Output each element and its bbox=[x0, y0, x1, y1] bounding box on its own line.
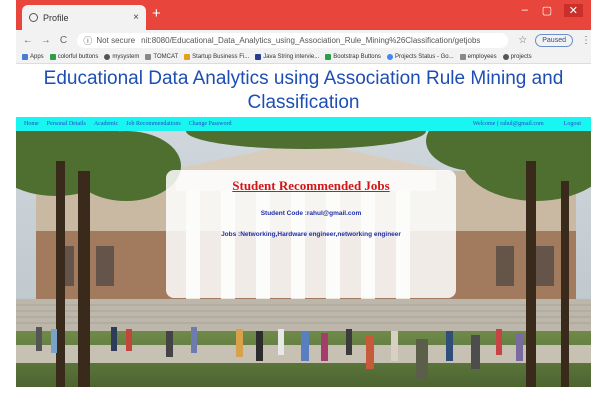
page-title-line-1: Educational Data Analytics using Associa… bbox=[43, 68, 564, 89]
bookmark-item[interactable]: mysystem bbox=[104, 53, 139, 60]
bookmark-item[interactable]: Projects Status - Go... bbox=[386, 53, 454, 60]
address-bar-row: ← → C ⓘ Not secure nit:8080/Educational_… bbox=[16, 30, 591, 50]
bookmark-item[interactable]: Java String intervie... bbox=[255, 53, 319, 60]
bookmark-favicon bbox=[184, 53, 191, 60]
menu-home-link[interactable]: Home bbox=[24, 121, 39, 127]
tab-bar: Profile × + – ▢ ✕ bbox=[16, 0, 591, 30]
menu-job-recommendations-link[interactable]: Job Recommendations bbox=[126, 121, 181, 127]
window-controls: – ▢ ✕ bbox=[520, 4, 583, 17]
reload-icon[interactable]: C bbox=[58, 35, 70, 46]
security-label: Not secure bbox=[96, 35, 136, 45]
bookmark-favicon bbox=[255, 53, 262, 60]
close-window-icon[interactable]: ✕ bbox=[563, 4, 583, 17]
page-icon bbox=[459, 53, 466, 60]
globe-icon bbox=[29, 13, 38, 22]
new-tab-button[interactable]: + bbox=[152, 6, 161, 22]
menu-personal-details-link[interactable]: Personal Details bbox=[47, 121, 86, 127]
campus-background-image: Student Recommended Jobs Student Code :r… bbox=[16, 131, 591, 387]
url-text: nit:8080/Educational_Data_Analytics_usin… bbox=[141, 35, 481, 45]
browser-menu-icon[interactable]: ⋮ bbox=[581, 35, 591, 46]
bookmark-item[interactable]: employees bbox=[459, 53, 497, 60]
google-icon bbox=[386, 53, 393, 60]
welcome-text: Welcome ( rahul@gmail.com bbox=[472, 121, 544, 127]
menu-right-group: Welcome ( rahul@gmail.com Logout bbox=[473, 121, 581, 127]
card-heading: Student Recommended Jobs bbox=[232, 178, 390, 193]
info-icon[interactable]: ⓘ bbox=[83, 34, 92, 47]
bookmark-item[interactable]: Bootstrap Buttons bbox=[325, 53, 381, 60]
globe-icon bbox=[104, 53, 111, 60]
page-icon bbox=[145, 53, 152, 60]
bookmark-favicon bbox=[325, 53, 332, 60]
menu-change-password-link[interactable]: Change Password bbox=[189, 121, 232, 127]
bookmark-item[interactable]: TOMCAT bbox=[145, 53, 178, 60]
bookmark-item[interactable]: Startup Business Fi... bbox=[184, 53, 249, 60]
close-tab-icon[interactable]: × bbox=[133, 12, 139, 23]
bookmark-item[interactable]: colorful buttons bbox=[49, 53, 98, 60]
back-arrow-icon[interactable]: ← bbox=[22, 35, 34, 46]
tab-profile[interactable]: Profile × bbox=[22, 5, 146, 30]
student-code-text: Student Code :rahul@gmail.com bbox=[260, 210, 362, 217]
tab-title: Profile bbox=[43, 12, 69, 23]
page-title: Educational Data Analytics using Associa… bbox=[16, 64, 591, 116]
menu-academic-link[interactable]: Academic bbox=[94, 121, 118, 127]
bookmark-item[interactable]: projects bbox=[502, 53, 532, 60]
page-title-line-2: Classification bbox=[247, 92, 360, 113]
minimize-icon[interactable]: – bbox=[520, 4, 530, 17]
url-input[interactable]: ⓘ Not secure nit:8080/Educational_Data_A… bbox=[77, 32, 509, 48]
recommended-jobs-text: Jobs :Networking,Hardware engineer,netwo… bbox=[221, 231, 401, 238]
logout-link[interactable]: Logout bbox=[564, 121, 581, 127]
maximize-icon[interactable]: ▢ bbox=[542, 4, 552, 17]
recommended-jobs-card: Student Recommended Jobs Student Code :r… bbox=[166, 170, 456, 298]
bookmark-favicon bbox=[49, 53, 56, 60]
forward-arrow-icon[interactable]: → bbox=[40, 35, 52, 46]
main-menu-bar: Home Personal Details Academic Job Recom… bbox=[16, 117, 591, 131]
bookmark-star-icon[interactable]: ☆ bbox=[518, 35, 527, 46]
bookmarks-bar: Apps colorful buttons mysystem TOMCAT St… bbox=[16, 50, 591, 64]
bookmark-item[interactable]: Apps bbox=[22, 53, 44, 60]
apps-icon bbox=[22, 53, 28, 60]
profile-paused-button[interactable]: Paused bbox=[535, 33, 573, 47]
globe-icon bbox=[502, 53, 509, 60]
